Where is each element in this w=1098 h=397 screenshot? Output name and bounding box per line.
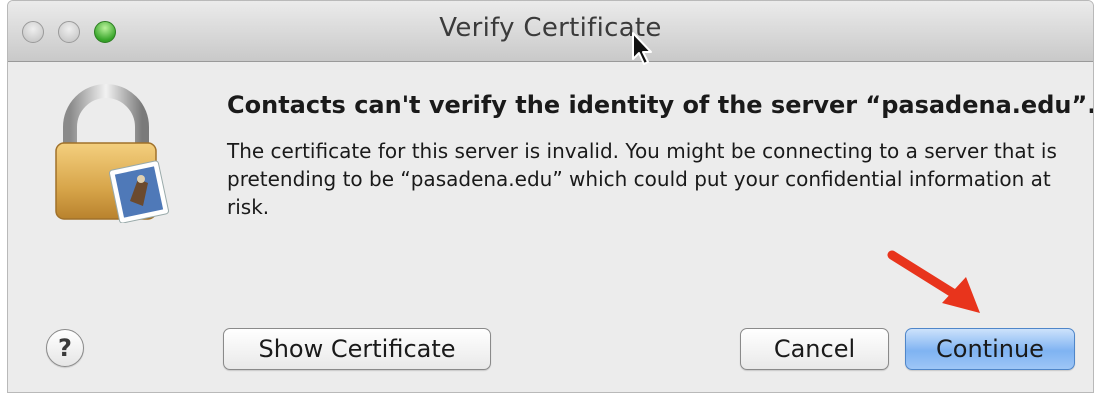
window-title: Verify Certificate xyxy=(439,13,662,43)
show-certificate-button[interactable]: Show Certificate xyxy=(223,328,491,370)
red-arrow-icon xyxy=(887,250,980,313)
dialog-headline: Contacts can't verify the identity of th… xyxy=(227,91,1094,119)
mouse-pointer-icon xyxy=(632,32,652,65)
title-bar: Verify Certificate xyxy=(8,1,1093,62)
continue-button[interactable]: Continue xyxy=(905,328,1075,370)
dialog-message: The certificate for this server is inval… xyxy=(227,139,1057,219)
lock-icon xyxy=(55,84,170,223)
certificate-dialog-window: Verify Certificate Contacts can't verify… xyxy=(7,0,1094,393)
contacts-stamp-icon xyxy=(108,160,170,223)
cancel-button[interactable]: Cancel xyxy=(740,328,889,370)
help-button[interactable]: ? xyxy=(46,329,84,367)
